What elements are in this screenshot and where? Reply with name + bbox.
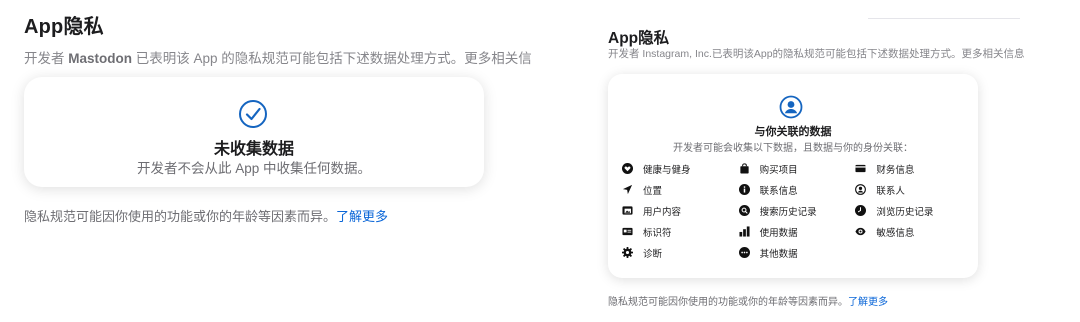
- right-footer-text: 隐私规范可能因你使用的功能或你的年龄等因素而异。: [608, 297, 848, 308]
- heart-icon: [622, 163, 633, 174]
- right-card-title: 与你关联的数据: [754, 126, 832, 138]
- location-arrow-icon: [622, 184, 633, 195]
- category-search-history: 搜索历史记录: [738, 204, 856, 218]
- data-linked-to-you-card[interactable]: 与你关联的数据 开发者可能会收集以下数据，且数据与你的身份关联： 健康与健身 购…: [608, 74, 978, 278]
- gear-icon: [622, 247, 633, 258]
- photo-icon: [622, 206, 633, 215]
- category-label: 搜索历史记录: [759, 206, 817, 218]
- category-contact-info: 联系信息: [738, 183, 856, 197]
- category-label: 敏感信息: [876, 227, 915, 239]
- category-contacts: 联系人: [855, 183, 972, 197]
- category-label: 其他数据: [759, 248, 798, 260]
- right-learn-more-link[interactable]: 了解更多: [848, 297, 888, 308]
- category-label: 购买项目: [759, 164, 798, 176]
- category-label: 使用数据: [759, 227, 798, 239]
- category-health-fitness: 健康与健身: [622, 162, 739, 176]
- left-subtitle-suffix: 已表明该 App 的隐私规范可能包括下述数据处理方式。更多相关信息: [132, 51, 532, 66]
- left-privacy-section: App隐私 开发者 Mastodon 已表明该 App 的隐私规范可能包括下述数…: [24, 14, 534, 67]
- category-diagnostics: 诊断: [622, 246, 739, 260]
- left-card-description: 开发者不会从此 App 中收集任何数据。: [136, 161, 372, 176]
- search-icon: [738, 205, 750, 216]
- data-category-row: 健康与健身 购买项目 财务信息: [622, 158, 972, 179]
- category-label: 标识符: [643, 227, 672, 239]
- category-browsing-history: 浏览历史记录: [855, 204, 972, 218]
- category-label: 浏览历史记录: [876, 206, 934, 218]
- id-card-icon: [622, 227, 633, 236]
- category-identifiers: 标识符: [622, 225, 739, 239]
- category-usage-data: 使用数据: [739, 225, 856, 239]
- bar-chart-icon: [739, 226, 750, 237]
- contact-icon: [855, 184, 867, 195]
- right-page-title: App隐私: [608, 30, 670, 47]
- right-footer: 隐私规范可能因你使用的功能或你的年龄等因素而异。了解更多: [608, 293, 888, 308]
- person-circle-icon: [779, 95, 803, 119]
- eye-icon: [855, 227, 866, 236]
- category-sensitive-info: 敏感信息: [855, 225, 972, 239]
- data-category-grid: 健康与健身 购买项目 财务信息 位置 联系信息 联系人 用户内容 搜索历史记录 …: [622, 158, 972, 263]
- right-card-description: 开发者可能会收集以下数据，且数据与你的身份关联：: [673, 143, 913, 154]
- data-category-row: 诊断 其他数据: [622, 242, 972, 263]
- category-purchases: 购买项目: [739, 162, 856, 176]
- category-label: 联系信息: [759, 185, 798, 197]
- category-location: 位置: [622, 183, 739, 197]
- clock-icon: [855, 205, 867, 216]
- ellipsis-icon: [738, 247, 750, 258]
- category-label: 诊断: [643, 248, 663, 260]
- left-footer-text: 隐私规范可能因你使用的功能或你的年龄等因素而异。: [24, 209, 337, 224]
- left-page-title: App隐私: [24, 16, 104, 38]
- data-category-row: 用户内容 搜索历史记录 浏览历史记录: [622, 200, 972, 221]
- data-category-row: 标识符 使用数据 敏感信息: [622, 221, 972, 242]
- left-subtitle: 开发者 Mastodon 已表明该 App 的隐私规范可能包括下述数据处理方式。…: [24, 47, 532, 67]
- left-learn-more-link[interactable]: 了解更多: [336, 209, 388, 224]
- card-icon: [855, 164, 866, 173]
- data-category-row: 位置 联系信息 联系人: [622, 179, 972, 200]
- category-other-data: 其他数据: [738, 246, 856, 260]
- category-user-content: 用户内容: [622, 204, 739, 218]
- left-card-title: 未收集数据: [213, 141, 294, 158]
- checkmark-circle-icon: [239, 100, 267, 128]
- no-data-collected-card[interactable]: 未收集数据 开发者不会从此 App 中收集任何数据。: [24, 77, 484, 187]
- category-label: 财务信息: [876, 164, 915, 176]
- left-subtitle-prefix: 开发者: [24, 51, 69, 66]
- right-subtitle: 开发者 Instagram, Inc.已表明该App的隐私规范可能包括下述数据处…: [608, 48, 1025, 60]
- info-icon: [738, 184, 750, 195]
- top-divider: [868, 18, 1020, 19]
- left-developer-name: Mastodon: [68, 51, 133, 66]
- category-label: 联系人: [876, 185, 905, 197]
- category-label: 位置: [643, 185, 663, 197]
- category-label: 用户内容: [643, 206, 682, 218]
- left-footer: 隐私规范可能因你使用的功能或你的年龄等因素而异。了解更多: [24, 206, 388, 225]
- category-financial-info: 财务信息: [855, 162, 972, 176]
- bag-icon: [740, 163, 749, 174]
- category-label: 健康与健身: [643, 164, 691, 176]
